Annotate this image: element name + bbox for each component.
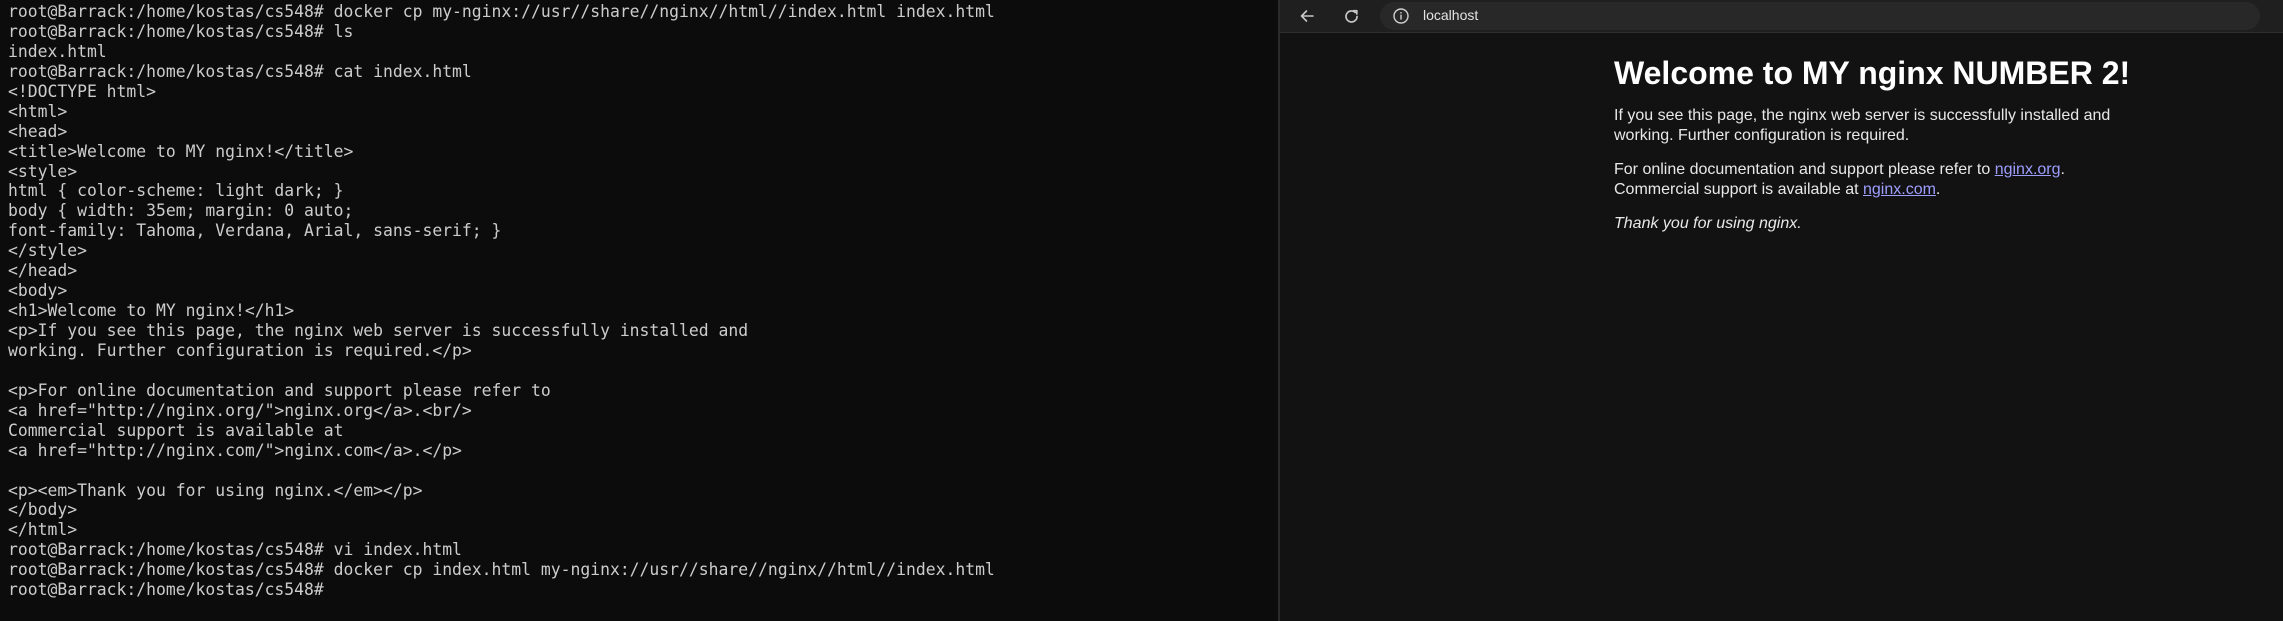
terminal-line: font-family: Tahoma, Verdana, Arial, san…	[8, 221, 502, 241]
terminal-line: <head>	[8, 121, 68, 141]
terminal-line: working. Further configuration is requir…	[8, 340, 472, 360]
docs-period: .	[2060, 161, 2065, 178]
docs-text: For online documentation and support ple…	[1614, 161, 1995, 178]
thanks-text: Thank you for using nginx.	[1614, 215, 1802, 232]
terminal-line: <!DOCTYPE html>	[8, 81, 157, 101]
terminal-line: <h1>Welcome to MY nginx!</h1>	[8, 301, 295, 321]
page-heading: Welcome to MY nginx NUMBER 2!	[1614, 55, 2131, 91]
arrow-left-icon	[1300, 10, 1314, 22]
terminal-line: html { color-scheme: light dark; }	[8, 181, 344, 201]
terminal-line: <body>	[8, 281, 68, 301]
reload-button[interactable]	[1338, 3, 1364, 29]
thanks-paragraph: Thank you for using nginx.	[1614, 214, 2174, 234]
terminal-line: root@Barrack:/home/kostas/cs548# ls	[8, 21, 354, 41]
docs-paragraph: For online documentation and support ple…	[1614, 160, 2174, 199]
back-button[interactable]	[1294, 3, 1320, 29]
nginx-org-link[interactable]: nginx.org	[1995, 161, 2061, 178]
terminal-line: root@Barrack:/home/kostas/cs548# docker …	[8, 560, 995, 580]
terminal-line: </body>	[8, 500, 78, 520]
intro-paragraph: If you see this page, the nginx web serv…	[1614, 107, 2111, 144]
terminal-line: <p><em>Thank you for using nginx.</em></…	[8, 480, 423, 500]
browser-toolbar: localhost	[1280, 0, 2283, 33]
terminal-line: body { width: 35em; margin: 0 auto;	[8, 201, 354, 221]
url-text[interactable]: localhost	[1423, 7, 1478, 23]
terminal-line: </html>	[8, 520, 78, 540]
terminal-line: root@Barrack:/home/kostas/cs548# cat ind…	[8, 61, 472, 81]
terminal-line: <a href="http://nginx.com/">nginx.com</a…	[8, 440, 462, 460]
address-bar[interactable]: localhost	[1380, 2, 2260, 30]
nginx-com-link[interactable]: nginx.com	[1863, 181, 1936, 198]
terminal-line: <a href="http://nginx.org/">nginx.org</a…	[8, 400, 472, 420]
terminal-line: <html>	[8, 101, 68, 121]
terminal-line: <p>If you see this page, the nginx web s…	[8, 321, 749, 340]
nginx-welcome-page: Welcome to MY nginx NUMBER 2! If you see…	[1614, 33, 2174, 234]
support-text: Commercial support is available at	[1614, 180, 1863, 198]
terminal-output: root@Barrack:/home/kostas/cs548# docker …	[0, 0, 1278, 600]
terminal-line: Commercial support is available at	[8, 420, 344, 440]
terminal-line: </head>	[8, 261, 78, 281]
reload-icon	[1344, 9, 1358, 23]
terminal-line: index.html	[8, 41, 107, 61]
support-period: .	[1935, 180, 1941, 198]
info-icon[interactable]	[1392, 7, 1410, 25]
terminal-line: <style>	[8, 161, 78, 181]
terminal-line: root@Barrack:/home/kostas/cs548# vi inde…	[8, 540, 462, 560]
terminal-line: <p>For online documentation and support …	[8, 380, 551, 400]
browser-viewport: Welcome to MY nginx NUMBER 2! If you see…	[1280, 33, 2283, 621]
browser-window: localhost Welcome to MY nginx NUMBER 2! …	[1280, 0, 2283, 621]
terminal-line: </style>	[8, 241, 87, 261]
terminal-line: <title>Welcome to MY nginx!</title>	[8, 141, 354, 161]
terminal-line: root@Barrack:/home/kostas/cs548#	[8, 580, 324, 600]
terminal-window[interactable]: root@Barrack:/home/kostas/cs548# docker …	[0, 0, 1278, 621]
terminal-line: root@Barrack:/home/kostas/cs548# docker …	[8, 2, 995, 21]
